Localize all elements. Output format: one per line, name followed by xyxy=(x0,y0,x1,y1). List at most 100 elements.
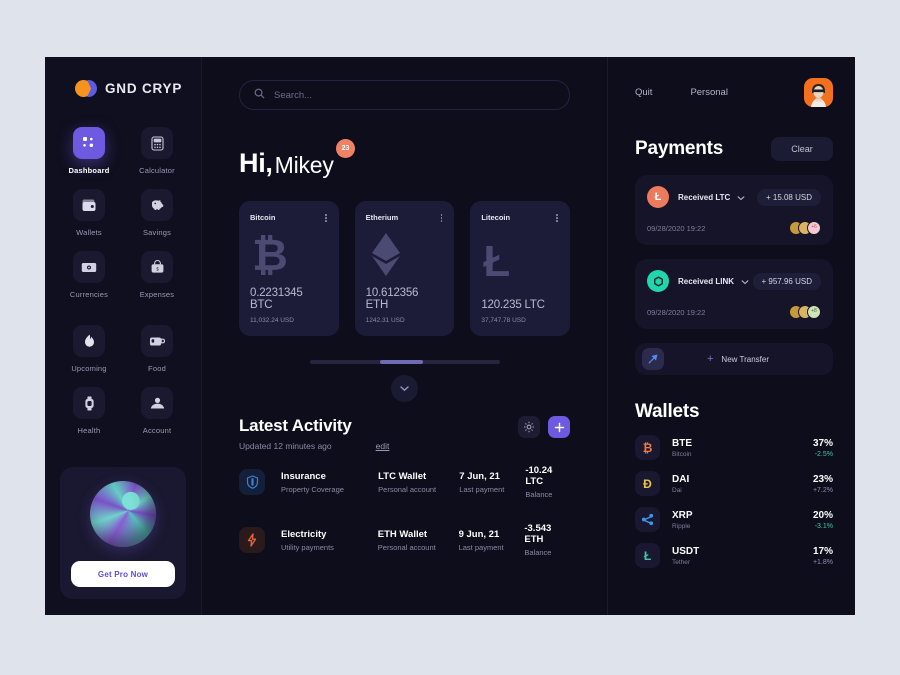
chevron-down-icon[interactable] xyxy=(737,188,745,206)
greeting: Hi, Mikey 23 xyxy=(239,139,570,179)
flame-icon xyxy=(73,325,105,357)
wallet-symbol: DAI xyxy=(672,473,690,485)
wallet-symbol: XRP xyxy=(672,509,693,521)
plus-icon: + xyxy=(706,353,714,365)
grid-icon xyxy=(73,127,105,159)
activity-date-sub: Last payment xyxy=(458,542,504,552)
coin-card-bitcoin[interactable]: Bitcoin ₿ 0.2231345 BTC 11,032.24 USD xyxy=(239,201,339,336)
payment-amount: + 957.96 USD xyxy=(752,272,821,290)
chainlink-badge-icon xyxy=(647,270,669,292)
wallet-percent: 17% xyxy=(812,545,833,557)
wallet-percent: 20% xyxy=(812,509,833,521)
sidebar-item-savings[interactable]: Savings xyxy=(125,189,189,237)
payments-title: Payments xyxy=(635,138,724,159)
more-options-icon[interactable] xyxy=(555,213,559,223)
shopping-bag-icon: $ xyxy=(141,251,173,283)
personal-link[interactable]: Personal xyxy=(690,87,728,98)
dai-icon: Đ xyxy=(635,471,660,496)
sidebar-item-food[interactable]: Food xyxy=(125,325,189,373)
activity-row[interactable]: Electricity Utility payments ETH Wallet … xyxy=(239,523,570,557)
add-activity-button[interactable] xyxy=(548,416,570,438)
bitcoin-icon: ₿ xyxy=(252,230,288,280)
sidebar-item-health[interactable]: Health xyxy=(57,387,121,435)
litecoin-icon: Ł xyxy=(483,236,511,286)
sidebar-item-expenses[interactable]: $ Expenses xyxy=(125,251,189,299)
shield-icon xyxy=(239,469,265,495)
sidebar-item-calculator[interactable]: Calculator xyxy=(125,127,189,175)
get-pro-now-button[interactable]: Get Pro Now xyxy=(71,561,175,587)
search-bar[interactable] xyxy=(239,80,570,110)
wallet-icon xyxy=(73,189,105,221)
wallet-name: Bitcoin xyxy=(672,450,692,458)
coin-name: Etherium xyxy=(365,213,399,222)
wallet-name: Ripple xyxy=(672,522,691,530)
ripple-icon xyxy=(635,507,660,532)
new-transfer-button[interactable]: + New Transfer xyxy=(635,343,833,375)
payment-date: 09/28/2020 19:22 xyxy=(647,307,706,317)
payment-card[interactable]: Received LINK + 957.96 USD 09/28/2020 19… xyxy=(635,259,833,329)
more-options-icon[interactable] xyxy=(324,213,328,223)
sidebar-item-wallets[interactable]: Wallets xyxy=(57,189,121,237)
sidebar-item-label: Calculator xyxy=(139,166,175,175)
more-options-icon[interactable] xyxy=(440,213,444,223)
activity-balance-sub: Balance xyxy=(525,490,553,499)
gear-icon[interactable] xyxy=(518,416,540,438)
payment-amount: + 15.08 USD xyxy=(756,188,821,206)
sidebar-item-label: Savings xyxy=(142,228,172,237)
greeting-hi: Hi, xyxy=(239,148,273,178)
sidebar-item-account[interactable]: Account xyxy=(125,387,189,435)
brand-logo[interactable]: GND CRYP xyxy=(57,80,189,97)
quit-link[interactable]: Quit xyxy=(635,87,652,98)
chevron-down-icon[interactable] xyxy=(741,272,749,290)
activity-edit-link[interactable]: edit xyxy=(376,441,390,451)
carousel-indicator[interactable] xyxy=(239,360,570,364)
bitcoin-icon: ₿ xyxy=(635,435,660,460)
right-panel: Quit Personal Payments Clear Ł Received … xyxy=(608,57,855,615)
wallet-row[interactable]: Đ DAI Dai 23% +7.2% xyxy=(635,471,833,496)
notification-badge[interactable]: 23 xyxy=(336,139,355,158)
avatar-more-badge: +8 xyxy=(807,305,821,319)
activity-title: Latest Activity xyxy=(239,416,352,435)
sidebar-item-currencies[interactable]: Currencies xyxy=(57,251,121,299)
logo-icon xyxy=(75,80,97,97)
coin-card-etherium[interactable]: Etherium 10.612356 ETH 1242.31 USD xyxy=(354,201,455,336)
payment-card[interactable]: Ł Received LTC + 15.08 USD 09/28/2020 19… xyxy=(635,175,833,245)
search-input[interactable] xyxy=(274,89,555,101)
coin-usd-value: 1242.31 USD xyxy=(365,317,405,324)
svg-text:$: $ xyxy=(156,266,159,271)
activity-balance: -10.24 LTC xyxy=(525,465,553,487)
greeting-name: Mikey xyxy=(274,152,334,178)
clear-payments-button[interactable]: Clear xyxy=(771,137,833,161)
activity-date-sub: Last payment xyxy=(459,484,505,494)
coin-amount: 120.235 LTC xyxy=(481,299,545,311)
wallet-row[interactable]: Ł USDT Tether 17% +1.8% xyxy=(635,543,833,568)
activity-title-cell: Insurance xyxy=(281,470,326,482)
sidebar-item-label: Account xyxy=(142,426,172,435)
carousel-track[interactable] xyxy=(309,360,500,364)
avatar-more-badge: +6 xyxy=(807,221,821,235)
right-panel-header: Quit Personal xyxy=(635,78,833,107)
activity-list: Insurance Property Coverage LTC Wallet P… xyxy=(239,465,570,581)
avatar[interactable] xyxy=(804,78,833,107)
wallets-list: ₿ BTE Bitcoin 37% -2.5% Đ DAI Dai 23% +7… xyxy=(635,435,833,579)
activity-date: 9 Jun, 21 xyxy=(458,528,500,540)
banknote-icon xyxy=(73,251,105,283)
activity-row[interactable]: Insurance Property Coverage LTC Wallet P… xyxy=(239,465,570,499)
sidebar-item-label: Upcoming xyxy=(71,364,107,373)
expand-chevron-down-icon[interactable] xyxy=(391,375,418,402)
sidebar-item-upcoming[interactable]: Upcoming xyxy=(57,325,121,373)
wallet-row[interactable]: ₿ BTE Bitcoin 37% -2.5% xyxy=(635,435,833,460)
coin-card-litecoin[interactable]: Litecoin Ł 120.235 LTC 37,747.78 USD xyxy=(470,201,571,336)
wallet-change: +1.8% xyxy=(812,558,833,566)
main-content: Hi, Mikey 23 Bitcoin ₿ 0.2231345 BTC 11,… xyxy=(202,57,608,615)
sidebar-nav-primary: Dashboard Calculator Wallets Savings Cur… xyxy=(57,127,189,299)
activity-header: Latest Activity Updated 12 minutes ago e… xyxy=(239,416,570,451)
sidebar-item-label: Currencies xyxy=(69,290,109,299)
coin-name: Bitcoin xyxy=(250,213,276,222)
lightning-bolt-icon xyxy=(239,527,265,553)
carousel-thumb[interactable] xyxy=(379,360,423,364)
wallet-row[interactable]: XRP Ripple 20% -3.1% xyxy=(635,507,833,532)
sidebar-item-dashboard[interactable]: Dashboard xyxy=(57,127,121,175)
payment-date: 09/28/2020 19:22 xyxy=(647,223,706,233)
sidebar-item-label: Food xyxy=(148,364,166,373)
